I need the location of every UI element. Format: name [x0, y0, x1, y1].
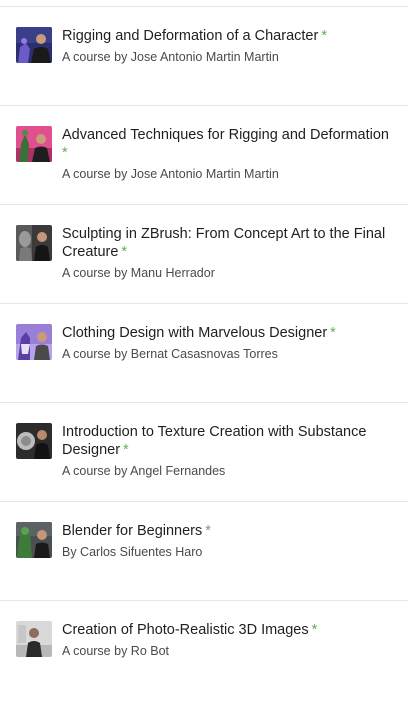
featured-star: * [321, 28, 327, 44]
course-author: A course by Angel Fernandes [62, 464, 226, 478]
course-item-rigging-character[interactable]: Rigging and Deformation of a Character * … [0, 27, 408, 125]
course-author: A course by Jose Antonio Martin Martin [62, 50, 279, 64]
featured-star: * [123, 442, 129, 458]
course-title[interactable]: Blender for Beginners * [62, 522, 408, 540]
divider [0, 402, 408, 403]
divider [0, 501, 408, 502]
blender-beginners-thumbnail[interactable] [16, 522, 52, 558]
advanced-rigging-thumbnail[interactable] [16, 126, 52, 162]
featured-star: * [62, 145, 68, 161]
course-title[interactable]: Introduction to Texture Creation with Su… [62, 423, 407, 459]
marvelous-designer-thumbnail[interactable] [16, 324, 52, 360]
rigging-character-thumbnail[interactable] [16, 27, 52, 63]
course-item-advanced-rigging[interactable]: Advanced Techniques for Rigging and Defo… [0, 126, 408, 224]
course-title[interactable]: Advanced Techniques for Rigging and Defo… [62, 126, 408, 162]
course-item-substance-designer[interactable]: Introduction to Texture Creation with Su… [0, 423, 408, 521]
divider [0, 204, 408, 205]
divider [0, 105, 408, 106]
divider [0, 6, 408, 7]
divider [0, 600, 408, 601]
course-item-zbrush-sculpting[interactable]: Sculpting in ZBrush: From Concept Art to… [0, 225, 408, 323]
course-list: Rigging and Deformation of a Character * … [0, 0, 408, 695]
course-title[interactable]: Creation of Photo-Realistic 3D Images * [62, 621, 408, 639]
featured-star: * [330, 325, 336, 341]
featured-star: * [205, 523, 211, 539]
course-item-photorealistic-3d[interactable]: Creation of Photo-Realistic 3D Images * A… [0, 621, 408, 719]
course-author: By Carlos Sifuentes Haro [62, 545, 203, 559]
zbrush-sculpting-thumbnail[interactable] [16, 225, 52, 261]
course-title[interactable]: Sculpting in ZBrush: From Concept Art to… [62, 225, 408, 261]
substance-designer-thumbnail[interactable] [16, 423, 52, 459]
course-item-marvelous-designer[interactable]: Clothing Design with Marvelous Designer *… [0, 324, 408, 422]
course-title[interactable]: Clothing Design with Marvelous Designer * [62, 324, 408, 342]
course-author: A course by Bernat Casasnovas Torres [62, 347, 278, 361]
course-author: A course by Manu Herrador [62, 266, 215, 280]
featured-star: * [311, 622, 318, 638]
course-title[interactable]: Rigging and Deformation of a Character * [62, 27, 408, 45]
course-item-blender-beginners[interactable]: Blender for Beginners * By Carlos Sifuent… [0, 522, 408, 620]
photorealistic-3d-thumbnail[interactable] [16, 621, 52, 657]
divider [0, 303, 408, 304]
course-author: A course by Ro Bot [62, 644, 170, 658]
course-author: A course by Jose Antonio Martin Martin [62, 167, 279, 181]
featured-star: * [121, 244, 128, 260]
